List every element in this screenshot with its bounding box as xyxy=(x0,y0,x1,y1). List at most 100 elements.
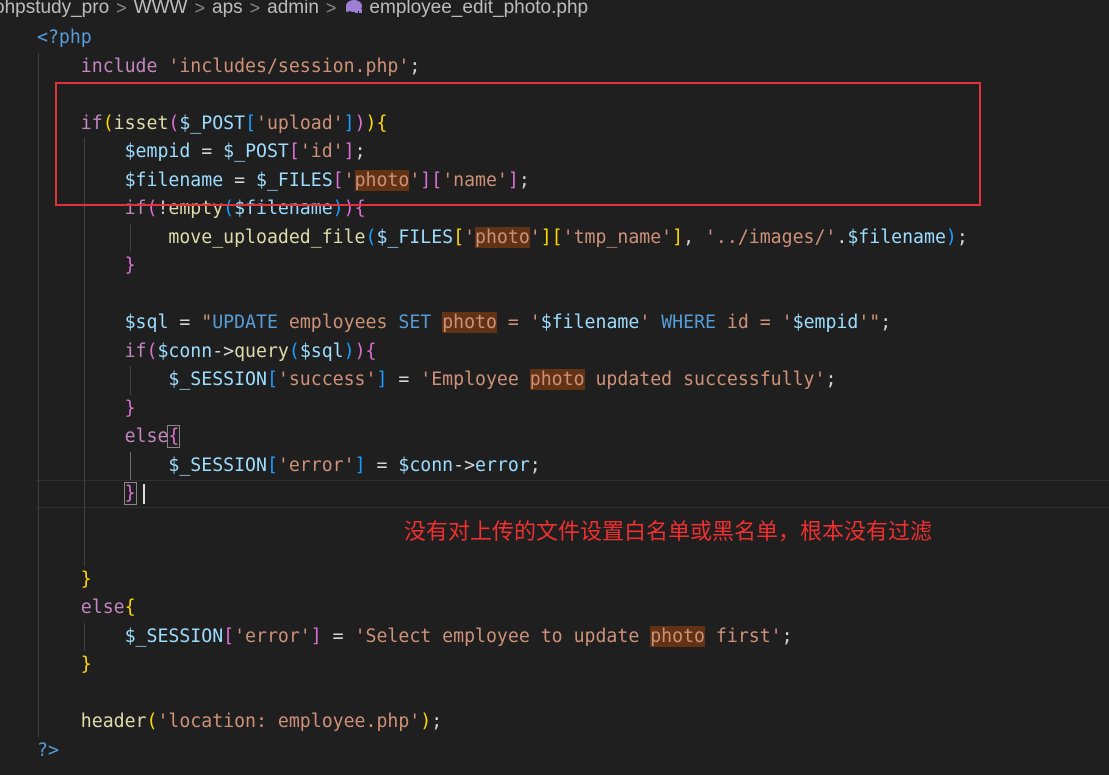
code-line: $_SESSION['error'] = $conn->error; xyxy=(0,452,1109,481)
breadcrumb-item[interactable]: admin xyxy=(267,0,319,19)
code-token: } xyxy=(37,568,92,590)
code-token: updated successfully' xyxy=(584,369,826,390)
code-token: ] xyxy=(672,226,684,248)
code-token: [ xyxy=(223,625,235,647)
code-token: 'Employee xyxy=(420,369,530,390)
code-token: ; xyxy=(880,312,892,333)
code-token: ] xyxy=(354,454,366,476)
code-token: move_uploaded_file xyxy=(37,226,366,248)
code-token: error xyxy=(475,454,530,476)
code-line: $sql = "UPDATE employees SET photo = '$f… xyxy=(0,309,1109,338)
code-token: $_SESSION xyxy=(37,454,267,476)
code-token: photo xyxy=(529,369,585,390)
code-token: '" xyxy=(858,312,881,333)
code-token: ' xyxy=(529,226,541,248)
code-line: } xyxy=(0,252,1109,281)
code-token: ] xyxy=(310,625,322,647)
code-token: ( xyxy=(146,711,158,732)
code-token: ] xyxy=(376,369,388,390)
code-token: $sql xyxy=(37,312,169,333)
code-token: { xyxy=(365,340,377,362)
breadcrumb-item[interactable]: aps xyxy=(212,0,243,19)
code-token: [ xyxy=(266,369,278,390)
code-token: = ' xyxy=(496,312,541,333)
code-token: { xyxy=(167,425,181,448)
code-token: $filename xyxy=(540,312,640,333)
breadcrumb-file[interactable]: employee_edit_photo.php xyxy=(369,0,588,19)
code-token: '../images/' xyxy=(704,226,837,248)
code-token: { xyxy=(124,597,136,618)
breadcrumb-item[interactable]: ohpstudy_pro xyxy=(0,0,109,19)
code-token: -> xyxy=(453,454,476,476)
code-token: 'includes/session.php' xyxy=(168,55,410,77)
code-token: 'location: employee.php' xyxy=(157,711,421,732)
code-token: } xyxy=(37,255,136,276)
code-token: ; xyxy=(825,369,837,390)
code-token: 'error' xyxy=(234,625,311,647)
code-token: query xyxy=(234,340,289,362)
code-token: photo xyxy=(442,312,497,333)
code-token: ?> xyxy=(37,739,59,761)
code-token: first' xyxy=(704,625,782,647)
text-cursor xyxy=(142,484,145,504)
code-token: 'success' xyxy=(277,369,377,390)
code-token: photo xyxy=(650,625,705,647)
code-token: ( xyxy=(146,340,158,362)
chevron-right-icon: > xyxy=(194,0,205,18)
code-token: $filename xyxy=(847,226,946,248)
code-line: $_SESSION['error'] = 'Select employee to… xyxy=(0,623,1109,652)
code-token: $conn xyxy=(157,340,213,362)
code-token: $conn xyxy=(398,454,454,476)
code-token: employees xyxy=(277,312,399,333)
code-token: $empid xyxy=(792,312,859,333)
code-token: = xyxy=(321,625,355,647)
code-token: WHERE xyxy=(661,312,716,333)
code-token: " xyxy=(201,312,213,333)
code-token: ] xyxy=(540,226,552,248)
code-token: include xyxy=(37,55,169,77)
code-token: else xyxy=(37,426,169,447)
code-token: <?php xyxy=(37,27,92,48)
code-line: move_uploaded_file($_FILES['photo']['tmp… xyxy=(0,224,1109,253)
code-token: -> xyxy=(212,340,235,362)
code-token: ) xyxy=(945,226,957,248)
code-line: if($conn->query($sql)){ xyxy=(0,338,1109,367)
code-token: SET xyxy=(398,312,432,333)
code-line: } xyxy=(0,651,1109,680)
code-token: [ xyxy=(266,454,278,476)
code-token: $_SESSION xyxy=(37,625,224,647)
code-line: ?> xyxy=(0,737,1109,766)
annotation-highlight-box xyxy=(55,82,981,206)
code-token: ) xyxy=(343,340,355,362)
code-token: ' xyxy=(639,312,662,333)
code-token: ; xyxy=(409,55,421,77)
breadcrumb: ohpstudy_pro > WWW > aps > admin > employee_edit… xyxy=(0,0,588,20)
code-token: = xyxy=(387,369,421,390)
code-token: id = ' xyxy=(715,312,793,333)
code-token: if xyxy=(37,340,147,362)
code-token: } xyxy=(37,397,136,419)
code-token: $_FILES xyxy=(376,226,454,248)
annotation-text: 没有对上传的文件设置白名单或黑名单，根本没有过滤 xyxy=(404,520,933,545)
code-token: ; xyxy=(431,711,443,732)
code-token: else xyxy=(37,597,125,618)
code-token: ( xyxy=(365,226,377,248)
code-token: } xyxy=(37,654,92,675)
chevron-right-icon: > xyxy=(116,0,127,18)
code-line: header('location: employee.php'); xyxy=(0,708,1109,737)
code-token: ; xyxy=(529,454,541,476)
code-token: } xyxy=(123,482,137,505)
code-token: ) xyxy=(354,340,366,362)
breadcrumb-item[interactable]: WWW xyxy=(134,0,188,19)
code-line: else{ xyxy=(0,423,1109,452)
code-line: else{ xyxy=(0,594,1109,623)
code-token: photo xyxy=(475,226,530,248)
code-line: } xyxy=(0,480,1109,509)
code-token: 'error' xyxy=(277,454,355,476)
code-line: } xyxy=(0,566,1109,595)
code-line: $_SESSION['success'] = 'Employee photo u… xyxy=(0,366,1109,395)
code-token: = xyxy=(168,312,202,333)
